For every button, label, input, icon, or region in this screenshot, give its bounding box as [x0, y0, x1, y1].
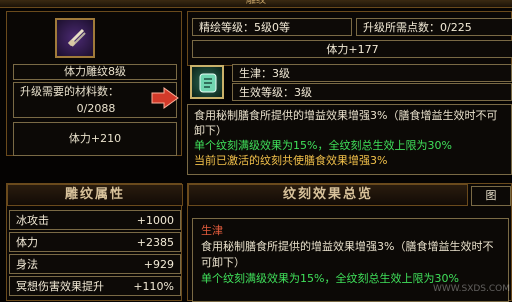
attributes-panel: 雕纹属性 冰攻击 +1000 体力 +2385 身法 +929 冥想伤害效果提升… — [6, 183, 183, 301]
left-panel: 体力雕纹8级 升级需要的材料数： 0/2088 体力+210 — [6, 11, 182, 156]
red-arrow-icon — [150, 86, 180, 110]
overview-entry-line-1: 食用秘制膳食所提供的增益效果增强3%（膳食增益生效时不可卸下） — [201, 240, 494, 269]
description-line-2: 单个纹刻满级效果为15%，全纹刻总生效上限为30% — [194, 139, 452, 152]
stat-box: 体力+210 — [13, 122, 177, 156]
attribute-row: 冥想伤害效果提升 +110% — [9, 276, 181, 296]
overview-entry-title: 生津 — [201, 224, 223, 237]
rune-effect-level-row: 生效等级：3级 — [232, 83, 512, 101]
attribute-row: 身法 +929 — [9, 254, 181, 274]
attributes-header: 雕纹属性 — [7, 184, 183, 206]
effect-description-box: 食用秘制膳食所提供的增益效果增强3%（膳食增益生效时不可卸下） 单个纹刻满级效果… — [187, 104, 512, 175]
jade-rune-icon — [198, 72, 218, 94]
attributes-list: 冰攻击 +1000 体力 +2385 身法 +929 冥想伤害效果提升 +110… — [9, 210, 181, 296]
right-info-panel: 精绘等级：5级0等 升级所需点数：0/225 体力+177 — [187, 11, 512, 66]
refine-level-box: 精绘等级：5级0等 — [192, 18, 352, 36]
materials-label: 升级需要的材料数： — [20, 85, 119, 98]
upgrade-points-box: 升级所需点数：0/225 — [356, 18, 512, 36]
watermark: WWW.SXDS.COM — [420, 284, 510, 300]
attribute-value: +110% — [133, 279, 174, 293]
overview-header: 纹刻效果总览 — [188, 184, 468, 206]
watermark-url: WWW.SXDS.COM — [432, 284, 510, 294]
carved-scroll-icon — [65, 26, 89, 50]
description-line-1: 食用秘制膳食所提供的增益效果增强3%（膳食增益生效时不可卸下） — [194, 109, 498, 137]
window-title: 雕纹 — [246, 0, 266, 6]
attribute-row: 体力 +2385 — [9, 232, 181, 252]
attribute-name: 冥想伤害效果提升 — [16, 280, 104, 293]
upgrade-points-text: 升级所需点数：0/225 — [363, 21, 472, 34]
rune-name-row: 生津：3级 — [232, 64, 512, 82]
attribute-value: +2385 — [136, 235, 174, 249]
item-slot[interactable] — [55, 18, 95, 58]
attribute-value: +1000 — [136, 213, 174, 227]
overview-tab[interactable]: 图 — [471, 186, 511, 206]
item-title: 体力雕纹8级 — [13, 64, 177, 80]
description-line-3: 当前已激活的纹刻共使膳食效果增强3% — [194, 154, 388, 167]
top-stat-text: 体力+177 — [326, 43, 379, 56]
attribute-name: 体力 — [16, 236, 38, 249]
attribute-value: +929 — [143, 257, 174, 271]
attribute-name: 身法 — [16, 258, 38, 271]
rune-effect-level-text: 生效等级：3级 — [239, 86, 312, 99]
rune-name-text: 生津：3级 — [239, 67, 290, 80]
overview-panel: 纹刻效果总览 图 生津 食用秘制膳食所提供的增益效果增强3%（膳食增益生效时不可… — [187, 183, 512, 302]
refine-level-text: 精绘等级：5级0等 — [199, 21, 290, 34]
top-stat-box: 体力+177 — [192, 40, 512, 58]
attribute-row: 冰攻击 +1000 — [9, 210, 181, 230]
attribute-name: 冰攻击 — [16, 214, 49, 227]
rune-slot[interactable] — [190, 65, 224, 99]
